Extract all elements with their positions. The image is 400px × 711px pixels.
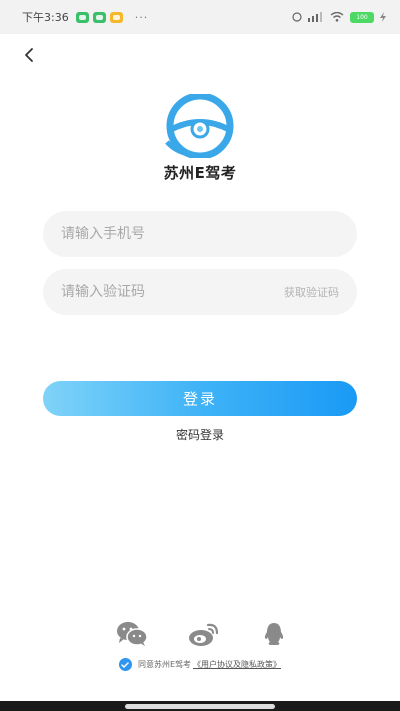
qq-login-button[interactable] [257, 620, 291, 648]
weibo-icon [189, 623, 219, 646]
back-button[interactable] [16, 42, 42, 68]
code-field: 获取验证码 [43, 269, 357, 315]
qq-icon [264, 623, 284, 645]
wechat-login-button[interactable] [115, 620, 149, 648]
app-name: 苏州E驾考 [163, 164, 237, 182]
status-bar: 下午3:36 ··· 100 [0, 0, 400, 34]
weibo-login-button[interactable] [187, 620, 221, 648]
get-code-button[interactable]: 获取验证码 [284, 284, 339, 300]
home-indicator[interactable] [125, 704, 275, 709]
login-button[interactable]: 登录 [43, 381, 357, 416]
alarm-icon [292, 12, 302, 22]
wechat-icon [117, 622, 148, 646]
steering-wheel-logo-icon [165, 94, 234, 158]
charging-icon [380, 12, 386, 22]
check-icon [121, 661, 130, 668]
wifi-icon [330, 12, 344, 22]
message-notification-icon [75, 11, 89, 23]
navigation-bar [0, 701, 400, 711]
status-time: 下午3:36 [22, 11, 69, 24]
chat-notification-icon [92, 11, 106, 23]
social-login [0, 620, 400, 648]
signal-icon [308, 12, 322, 22]
more-notifications-icon: ··· [134, 10, 149, 24]
battery-icon: 100 [350, 11, 374, 23]
agreement-text: 同意苏州E驾考 [137, 660, 192, 669]
agreement-link[interactable]: 《用户协议及隐私政策》 [193, 659, 281, 670]
phone-field [43, 211, 357, 257]
agreement-checkbox[interactable] [118, 658, 132, 671]
status-right: 100 [292, 11, 386, 23]
logo-section: 苏州E驾考 [0, 94, 400, 183]
status-left: 下午3:36 ··· [22, 9, 148, 25]
app-notification-icon [109, 11, 123, 23]
password-login-link[interactable]: 密码登录 [0, 426, 400, 443]
agreement-row: 同意苏州E驾考 《用户协议及隐私政策》 [0, 658, 400, 671]
chevron-left-icon [25, 48, 33, 62]
verification-code-input[interactable] [61, 284, 284, 300]
phone-input[interactable] [61, 226, 339, 242]
